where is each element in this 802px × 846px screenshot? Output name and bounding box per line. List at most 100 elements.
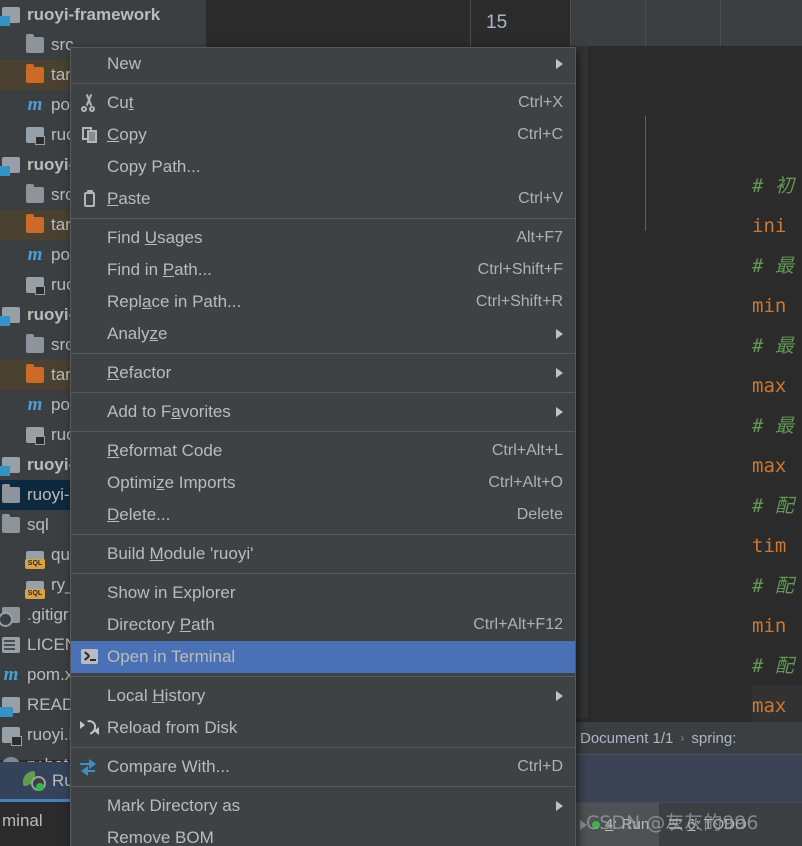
code-line: min bbox=[752, 606, 802, 646]
menu-item-replace-in-path[interactable]: Replace in Path... Ctrl+Shift+R bbox=[71, 286, 575, 318]
tree-item-label: tar bbox=[51, 65, 71, 84]
menu-item-delete[interactable]: Delete... Delete bbox=[71, 499, 575, 531]
menu-item-shortcut: Alt+F7 bbox=[516, 229, 563, 246]
menu-item-local-history[interactable]: Local History bbox=[71, 680, 575, 712]
menu-separator bbox=[71, 747, 575, 748]
tree-item-label: ruoyi- bbox=[27, 305, 75, 324]
menu-item-refactor[interactable]: Refactor bbox=[71, 357, 575, 389]
code-keyword: ini bbox=[752, 215, 787, 237]
menu-item-label: Delete... bbox=[107, 505, 171, 524]
code-line: max bbox=[752, 686, 802, 726]
menu-separator bbox=[71, 534, 575, 535]
menu-item-shortcut: Ctrl+D bbox=[517, 758, 563, 775]
menu-item-analyze[interactable]: Analyze bbox=[71, 318, 575, 350]
submenu-arrow-icon bbox=[556, 801, 563, 811]
paste-icon bbox=[80, 190, 99, 208]
compare-icon bbox=[80, 758, 99, 776]
editor-tab-number[interactable]: 15 bbox=[470, 0, 570, 46]
tab-divider bbox=[470, 0, 471, 46]
menu-item-copy[interactable]: Copy Ctrl+C bbox=[71, 119, 575, 151]
menu-item-show-in-explorer[interactable]: Show in Explorer bbox=[71, 577, 575, 609]
menu-item-shortcut: Delete bbox=[516, 506, 563, 523]
submenu-arrow-icon bbox=[556, 329, 563, 339]
code-keyword: max bbox=[752, 375, 787, 397]
status-run-tab[interactable]: 4: Run bbox=[570, 802, 660, 846]
menu-separator bbox=[71, 573, 575, 574]
menu-item-label: Directory Path bbox=[107, 615, 215, 634]
tree-item[interactable]: ruoyi-framework bbox=[0, 0, 206, 30]
menu-item-copy-path[interactable]: Copy Path... bbox=[71, 151, 575, 183]
code-line: max bbox=[752, 446, 802, 486]
menu-item-label: Refactor bbox=[107, 363, 172, 382]
editor-tab-strip bbox=[570, 0, 802, 46]
terminal-tab-label: minal bbox=[2, 811, 43, 830]
module-icon bbox=[0, 307, 20, 326]
bottom-tool-panel bbox=[570, 754, 802, 802]
status-todo-tab[interactable]: 6: TODO bbox=[659, 803, 756, 846]
file-icon bbox=[26, 127, 45, 145]
maven-icon: m bbox=[27, 94, 43, 115]
menu-item-label: Local History bbox=[107, 686, 206, 705]
menu-item-build-module-ruoyi[interactable]: Build Module 'ruoyi' bbox=[71, 538, 575, 570]
menu-item-find-in-path[interactable]: Find in Path... Ctrl+Shift+F bbox=[71, 254, 575, 286]
menu-item-shortcut: Ctrl+X bbox=[518, 94, 563, 111]
tree-item-label: sql bbox=[27, 515, 49, 534]
menu-item-optimize-imports[interactable]: Optimize Imports Ctrl+Alt+O bbox=[71, 467, 575, 499]
breadcrumb-document[interactable]: Document 1/1 bbox=[580, 730, 673, 747]
play-triangle-icon bbox=[580, 819, 587, 830]
code-comment: # 最 bbox=[752, 335, 794, 357]
menu-item-label: Optimize Imports bbox=[107, 473, 236, 492]
tree-item-label: tar bbox=[51, 215, 71, 234]
breadcrumb-node[interactable]: spring: bbox=[691, 730, 736, 747]
menu-item-label: Mark Directory as bbox=[107, 796, 241, 815]
code-keyword: min bbox=[752, 615, 787, 637]
menu-item-label: Add to Favorites bbox=[107, 402, 231, 421]
menu-item-new[interactable]: New bbox=[71, 48, 575, 80]
menu-item-reformat-code[interactable]: Reformat Code Ctrl+Alt+L bbox=[71, 435, 575, 467]
todo-tab-label: : TODO bbox=[695, 816, 747, 833]
sql-icon bbox=[25, 550, 45, 569]
menu-item-find-usages[interactable]: Find Usages Alt+F7 bbox=[71, 222, 575, 254]
copy-icon bbox=[80, 126, 99, 144]
tab-divider bbox=[645, 0, 646, 46]
code-comment: # 最 bbox=[752, 415, 794, 437]
menu-separator bbox=[71, 676, 575, 677]
code-line: # 配 bbox=[752, 566, 802, 606]
menu-item-label: Show in Explorer bbox=[107, 583, 236, 602]
code-editor[interactable]: # 初 ini # 最 min # 最 max # 最 max # 配 tim # 配 min # 配 m… bbox=[570, 46, 802, 726]
menu-separator bbox=[71, 431, 575, 432]
tree-item-label: ruoyi-framework bbox=[27, 5, 161, 24]
code-line: # 最 bbox=[752, 406, 802, 446]
menu-item-mark-directory-as[interactable]: Mark Directory as bbox=[71, 790, 575, 822]
code-line: # 最 bbox=[752, 246, 802, 286]
menu-item-remove-bom[interactable]: Remove BOM bbox=[71, 822, 575, 846]
code-line: # 配 bbox=[752, 486, 802, 526]
menu-item-open-in-terminal[interactable]: Open in Terminal bbox=[71, 641, 575, 673]
menu-item-directory-path[interactable]: Directory Path Ctrl+Alt+F12 bbox=[71, 609, 575, 641]
menu-item-cut[interactable]: Cut Ctrl+X bbox=[71, 87, 575, 119]
sql-icon bbox=[25, 580, 45, 599]
menu-item-shortcut: Ctrl+Shift+R bbox=[475, 293, 563, 310]
menu-item-shortcut: Ctrl+C bbox=[517, 126, 563, 143]
tree-item-label: .gitigr bbox=[27, 605, 69, 624]
tree-item-label: qu bbox=[51, 545, 70, 564]
menu-item-label: Replace in Path... bbox=[107, 292, 242, 311]
menu-item-compare-with[interactable]: Compare With... Ctrl+D bbox=[71, 751, 575, 783]
terminal-icon bbox=[80, 648, 99, 666]
file-icon bbox=[26, 277, 45, 295]
context-menu[interactable]: New Cut Ctrl+X Copy Ctrl+C Copy Path... Paste C… bbox=[70, 47, 576, 846]
cut-icon bbox=[80, 94, 99, 112]
folder-icon bbox=[2, 484, 20, 503]
menu-item-add-to-favorites[interactable]: Add to Favorites bbox=[71, 396, 575, 428]
maven-icon: m bbox=[3, 664, 19, 685]
code-text: # 初 ini # 最 min # 最 max # 最 max # 配 tim # 配 min # 配 m… bbox=[752, 166, 802, 726]
tree-item-label: po bbox=[51, 395, 70, 414]
submenu-arrow-icon bbox=[556, 407, 563, 417]
menu-item-paste[interactable]: Paste Ctrl+V bbox=[71, 183, 575, 215]
menu-item-shortcut: Ctrl+Alt+O bbox=[488, 474, 563, 491]
submenu-arrow-icon bbox=[556, 691, 563, 701]
menu-item-label: Remove BOM bbox=[107, 828, 214, 846]
menu-item-reload-from-disk[interactable]: Reload from Disk bbox=[71, 712, 575, 744]
tree-item-label: tar bbox=[51, 365, 71, 384]
submenu-arrow-icon bbox=[556, 368, 563, 378]
